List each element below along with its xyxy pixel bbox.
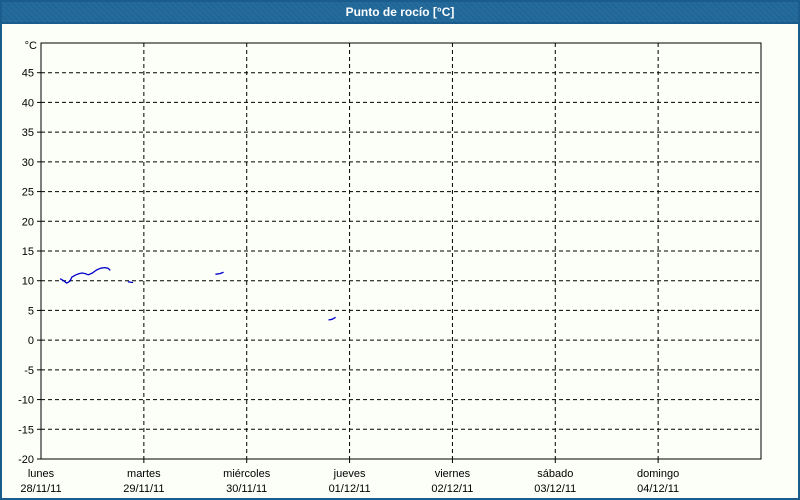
x-date-label: 28/11/11 — [20, 483, 61, 495]
y-tick-label: -15 — [18, 424, 34, 436]
x-day-label: martes — [127, 468, 161, 480]
x-date-label: 03/12/11 — [534, 483, 576, 495]
x-day-label: sábado — [537, 468, 573, 480]
y-tick-label: 35 — [22, 127, 34, 139]
x-day-label: viernes — [435, 468, 471, 480]
y-tick-label: 15 — [22, 246, 34, 258]
x-day-label: miércoles — [223, 468, 271, 480]
y-tick-label: 30 — [22, 157, 34, 169]
dewpoint-chart: 45 40 35 30 25 20 15 10 5 0 -5 -10 -15 -20 °C lunes 28/1… — [18, 40, 762, 495]
y-tick-label: -10 — [18, 395, 34, 407]
y-axis-unit-label: °C — [25, 40, 37, 52]
x-date-label: 30/11/11 — [226, 483, 267, 495]
y-tick-label: 5 — [28, 305, 34, 317]
x-day-label: domingo — [637, 468, 679, 480]
title-bar: Punto de rocío [°C] — [2, 2, 798, 24]
x-date-label: 02/12/11 — [431, 483, 473, 495]
dewpoint-series-segment — [127, 281, 134, 284]
y-tick-label: 25 — [22, 187, 34, 199]
dewpoint-series-segment — [215, 271, 224, 275]
chart-area: 45 40 35 30 25 20 15 10 5 0 -5 -10 -15 -20 °C lunes 28/1… — [2, 24, 798, 498]
y-tick-label: -20 — [18, 454, 34, 466]
y-tick-label: -5 — [24, 365, 34, 377]
weather-chart-window: Punto de rocío [°C] 45 40 35 30 25 20 15 10 5 0 -5… — [0, 0, 800, 500]
dewpoint-series-segment — [328, 316, 336, 321]
chart-title: Punto de rocío [°C] — [345, 5, 455, 19]
y-tick-label: 20 — [22, 216, 34, 228]
x-date-label: 01/12/11 — [329, 483, 371, 495]
y-tick-label: 10 — [22, 276, 34, 288]
x-day-label: jueves — [333, 468, 366, 480]
x-date-label: 29/11/11 — [123, 483, 164, 495]
y-tick-label: 0 — [28, 335, 34, 347]
y-tick-label: 40 — [22, 97, 34, 109]
x-date-label: 04/12/11 — [637, 483, 679, 495]
y-tick-label: 45 — [22, 68, 34, 80]
x-day-label: lunes — [28, 468, 55, 480]
